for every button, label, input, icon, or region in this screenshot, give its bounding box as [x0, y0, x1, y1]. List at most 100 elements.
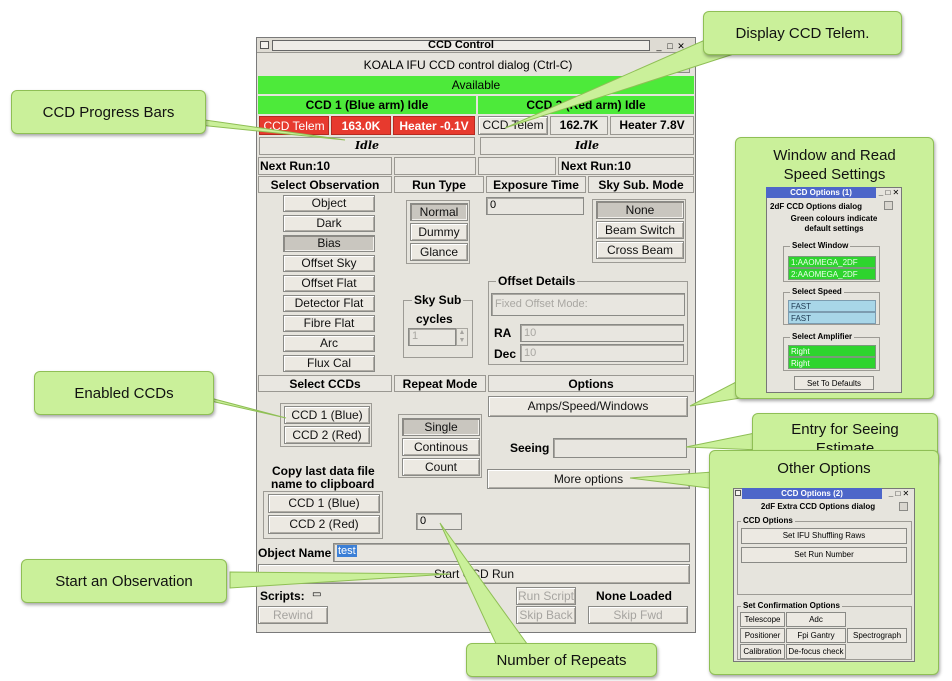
- callout-display-telem: Display CCD Telem.: [703, 11, 902, 55]
- ccd1-next-run-spacer: [394, 157, 476, 175]
- obs-object-button[interactable]: Object: [283, 195, 375, 212]
- confirm-fpi-gantry-button[interactable]: Fpi Gantry: [786, 628, 846, 643]
- sky-cross-beam-button[interactable]: Cross Beam: [596, 241, 684, 259]
- ccd-options-2-dialog-title: 2dF Extra CCD Options dialog: [760, 502, 876, 511]
- offset-dec-input: 10: [520, 344, 684, 362]
- callout-progress-bars: CCD Progress Bars: [11, 90, 206, 134]
- window-menu-icon[interactable]: [260, 41, 269, 49]
- sky-sub-cycles-input: 1: [408, 328, 456, 346]
- confirm-calibration-button[interactable]: Calibration: [740, 644, 785, 659]
- skip-back-button[interactable]: Skip Back: [516, 606, 576, 624]
- ccd2-header: CCD 2 (Red arm) Idle: [478, 96, 694, 114]
- start-ccd-run-button[interactable]: Start CCD Run: [258, 564, 690, 584]
- minimize-icon[interactable]: _: [654, 42, 664, 51]
- ccd-options-group-title: CCD Options: [741, 516, 795, 526]
- ccd-options-1-note-2: default settings: [804, 224, 864, 233]
- ccd-options-2-menu-icon[interactable]: [735, 490, 741, 496]
- callout-enabled-ccds: Enabled CCDs: [34, 371, 214, 415]
- ccd2-next-run-spacer: [478, 157, 556, 175]
- window-option-1[interactable]: 1:AAOMEGA_2DF: [788, 256, 876, 268]
- exposure-time-input[interactable]: 0: [486, 197, 584, 215]
- confirmation-group-title: Set Confirmation Options: [741, 601, 842, 611]
- ccd-options-2-menu-button[interactable]: [899, 502, 908, 511]
- leader-seeing: [685, 431, 761, 451]
- offset-ra-label: RA: [494, 326, 512, 340]
- ccd1-next-run: Next Run:10: [258, 157, 392, 175]
- callout-window-speed: Window and Read Speed Settings: [773, 147, 896, 183]
- repeat-single-button[interactable]: Single: [402, 418, 480, 436]
- callout-repeats: Number of Repeats: [466, 643, 657, 677]
- ccd-options-1-menu-button[interactable]: [884, 201, 893, 210]
- run-dummy-button[interactable]: Dummy: [410, 223, 468, 241]
- amplifier-option-2[interactable]: Right: [788, 357, 876, 369]
- close-icon[interactable]: ✕: [676, 42, 686, 51]
- ccd-options-2-title[interactable]: CCD Options (2): [742, 488, 882, 499]
- select-window-title: Select Window: [790, 241, 851, 251]
- clipboard-ccd2-button[interactable]: CCD 2 (Red): [268, 515, 380, 534]
- select-ccd2-button[interactable]: CCD 2 (Red): [284, 426, 370, 444]
- confirm-positioner-button[interactable]: Positioner: [740, 628, 785, 643]
- ccd2-temperature: 162.7K: [550, 116, 608, 135]
- header-exposure-time: Exposure Time: [486, 176, 586, 193]
- clipboard-title-1: Copy last data file: [272, 464, 375, 478]
- set-to-defaults-button[interactable]: Set To Defaults: [794, 376, 874, 390]
- speed-option-2[interactable]: FAST: [788, 312, 876, 324]
- ccd1-temperature: 163.0K: [331, 116, 391, 135]
- ifu-shuffling-button[interactable]: Set IFU Shuffling Raws: [741, 528, 907, 544]
- repeat-continous-button[interactable]: Continous: [402, 438, 480, 456]
- obs-detector-flat-button[interactable]: Detector Flat: [283, 295, 375, 312]
- seeing-input[interactable]: [553, 438, 687, 458]
- offset-mode-field: Fixed Offset Mode:: [491, 293, 685, 316]
- header-select-ccds: Select CCDs: [258, 375, 392, 392]
- repeat-count-input[interactable]: 0: [416, 513, 462, 530]
- sky-beam-switch-button[interactable]: Beam Switch: [596, 221, 684, 239]
- obs-offset-flat-button[interactable]: Offset Flat: [283, 275, 375, 292]
- callout-other-options: Other Options: [777, 460, 871, 477]
- confirm-adc-button[interactable]: Adc: [786, 612, 846, 627]
- obs-bias-button[interactable]: Bias: [283, 235, 375, 252]
- maximize-icon[interactable]: □: [665, 42, 675, 51]
- ccd-options-2-controls[interactable]: _ □ ✕: [884, 488, 914, 499]
- ccd1-progress-bar: Idle: [259, 137, 475, 155]
- set-run-number-button[interactable]: Set Run Number: [741, 547, 907, 563]
- select-ccd1-button[interactable]: CCD 1 (Blue): [284, 406, 370, 424]
- object-name-input[interactable]: test: [333, 543, 690, 562]
- obs-flux-cal-button[interactable]: Flux Cal: [283, 355, 375, 372]
- confirm-telescope-button[interactable]: Telescope: [740, 612, 785, 627]
- sky-sub-title: Sky Sub: [412, 293, 464, 307]
- run-glance-button[interactable]: Glance: [410, 243, 468, 261]
- confirm-defocus-check-button[interactable]: De-focus check: [786, 644, 846, 659]
- skip-fwd-button[interactable]: Skip Fwd: [588, 606, 688, 624]
- folder-icon[interactable]: ▭: [312, 590, 324, 600]
- obs-dark-button[interactable]: Dark: [283, 215, 375, 232]
- ccd-options-1-controls[interactable]: _ □ ✕: [876, 187, 902, 198]
- more-options-button[interactable]: More options: [487, 469, 690, 489]
- ccd1-header: CCD 1 (Blue arm) Idle: [258, 96, 476, 114]
- select-amplifier-title: Select Amplifier: [790, 332, 855, 342]
- rewind-button[interactable]: Rewind: [258, 606, 328, 624]
- header-select-observation: Select Observation: [258, 176, 392, 193]
- repeat-count-button[interactable]: Count: [402, 458, 480, 476]
- obs-offset-sky-button[interactable]: Offset Sky: [283, 255, 375, 272]
- speed-option-1[interactable]: FAST: [788, 300, 876, 312]
- ccd-options-1-title[interactable]: CCD Options (1): [766, 187, 876, 198]
- ccd1-telem-button[interactable]: CCD Telem: [259, 116, 329, 135]
- object-name-label: Object Name: [258, 546, 332, 560]
- sky-none-button[interactable]: None: [596, 201, 684, 219]
- run-normal-button[interactable]: Normal: [410, 203, 468, 221]
- window-option-2[interactable]: 2:AAOMEGA_2DF: [788, 268, 876, 280]
- obs-arc-button[interactable]: Arc: [283, 335, 375, 352]
- obs-fibre-flat-button[interactable]: Fibre Flat: [283, 315, 375, 332]
- ccd2-progress-bar: Idle: [480, 137, 694, 155]
- run-script-button[interactable]: Run Script: [516, 587, 576, 605]
- ccd2-telem-button[interactable]: CCD Telem: [478, 116, 548, 135]
- amplifier-option-1[interactable]: Right: [788, 345, 876, 357]
- select-speed-title: Select Speed: [790, 287, 844, 297]
- sky-sub-spinner[interactable]: ▲ ▼: [456, 328, 468, 346]
- confirm-spectrograph-button[interactable]: Spectrograph: [847, 628, 907, 643]
- amps-speed-windows-button[interactable]: Amps/Speed/Windows: [488, 396, 688, 417]
- offset-ra-input: 10: [520, 324, 684, 342]
- clipboard-ccd1-button[interactable]: CCD 1 (Blue): [268, 494, 380, 513]
- dialog-menu-button[interactable]: [677, 60, 690, 73]
- callout-start-observation: Start an Observation: [21, 559, 227, 603]
